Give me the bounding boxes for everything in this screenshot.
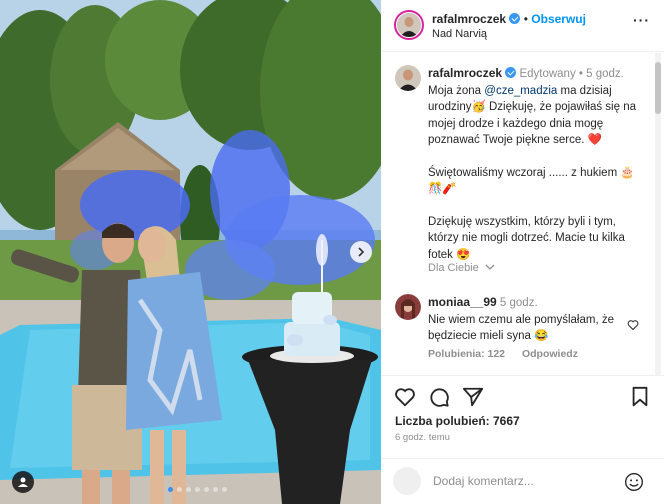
comment: moniaa__99 5 godz. Nie wiem czemu ale po… xyxy=(428,294,628,345)
caption-paragraph-3: Dziękuję wszystkim, którzy byli i tym, k… xyxy=(428,215,625,261)
caption-author-username[interactable]: rafalmroczek xyxy=(428,66,502,80)
edited-label: Edytowany xyxy=(519,68,576,80)
commenter-avatar[interactable] xyxy=(395,294,421,320)
likes-count[interactable]: Liczba polubień: 7667 xyxy=(395,414,520,428)
like-comment-heart-icon[interactable] xyxy=(627,319,639,331)
scrollbar-thumb[interactable] xyxy=(655,62,661,114)
comment-meta: Polubienia: 122 Odpowiedz xyxy=(428,348,592,360)
verified-icon xyxy=(509,13,521,24)
caption-time: 5 godz. xyxy=(586,68,624,80)
bookmark-icon[interactable] xyxy=(630,386,650,408)
author-photo xyxy=(397,13,421,37)
emoji-icon[interactable] xyxy=(624,472,644,492)
author-avatar[interactable] xyxy=(394,10,424,40)
share-icon[interactable] xyxy=(462,386,484,408)
caption-text-part1: Moja żona xyxy=(428,84,485,97)
party-photo-image xyxy=(0,0,381,504)
chevron-down-icon xyxy=(485,264,495,270)
commenter-username[interactable]: moniaa__99 xyxy=(428,295,497,309)
commenter-photo xyxy=(395,294,421,320)
chevron-right-icon xyxy=(358,247,365,257)
user-tag-button[interactable] xyxy=(12,471,34,493)
post-time-ago: 6 godz. temu xyxy=(395,432,450,443)
post-header: rafalmroczek • Obserwuj Nad Narvią ··· xyxy=(381,0,664,52)
comment-input[interactable] xyxy=(433,472,613,490)
header-name-line: rafalmroczek • Obserwuj xyxy=(432,12,586,26)
comment-time: 5 godz. xyxy=(499,297,538,309)
action-bar: Liczba polubień: 7667 6 godz. temu xyxy=(381,375,664,451)
comment-text: Nie wiem czemu ale pomyślałam, że będzie… xyxy=(428,313,614,343)
heart-icon[interactable] xyxy=(394,386,416,408)
caption-author-avatar[interactable] xyxy=(395,65,421,91)
comment-likes[interactable]: Polubienia: 122 xyxy=(428,348,505,360)
post-caption: rafalmroczek Edytowany • 5 godz. Moja żo… xyxy=(428,65,648,263)
carousel-dot xyxy=(177,487,182,492)
mention-link[interactable]: @cze_madzia xyxy=(484,85,557,97)
add-comment-bar xyxy=(381,458,664,504)
comments-area[interactable]: rafalmroczek Edytowany • 5 godz. Moja żo… xyxy=(381,53,664,375)
translate-toggle[interactable]: Dla Ciebie xyxy=(428,262,495,274)
carousel-next-button[interactable] xyxy=(350,241,372,263)
carousel-dot xyxy=(204,487,209,492)
reply-button[interactable]: Odpowiedz xyxy=(522,348,578,360)
header-separator: • xyxy=(523,12,528,26)
carousel-indicator xyxy=(168,487,227,492)
author-photo xyxy=(395,65,421,91)
location-link[interactable]: Nad Narvią xyxy=(432,28,487,40)
caption-separator: • xyxy=(578,68,583,80)
follow-button[interactable]: Obserwuj xyxy=(531,12,586,26)
carousel-dot xyxy=(186,487,191,492)
current-user-avatar xyxy=(393,467,421,495)
carousel-dot xyxy=(222,487,227,492)
post-photo[interactable] xyxy=(0,0,381,504)
post-details-panel: rafalmroczek • Obserwuj Nad Narvią ··· r… xyxy=(381,0,664,504)
author-username[interactable]: rafalmroczek xyxy=(432,12,506,26)
more-options-button[interactable]: ··· xyxy=(633,12,650,28)
comment-icon[interactable] xyxy=(428,386,450,408)
caption-paragraph-2: Świętowaliśmy wczoraj ...... z hukiem 🎂 … xyxy=(428,166,635,196)
translate-label: Dla Ciebie xyxy=(428,262,479,274)
carousel-dot xyxy=(195,487,200,492)
user-tag-icon xyxy=(18,477,28,487)
carousel-dot xyxy=(213,487,218,492)
carousel-dot xyxy=(168,487,173,492)
verified-icon xyxy=(505,67,517,78)
